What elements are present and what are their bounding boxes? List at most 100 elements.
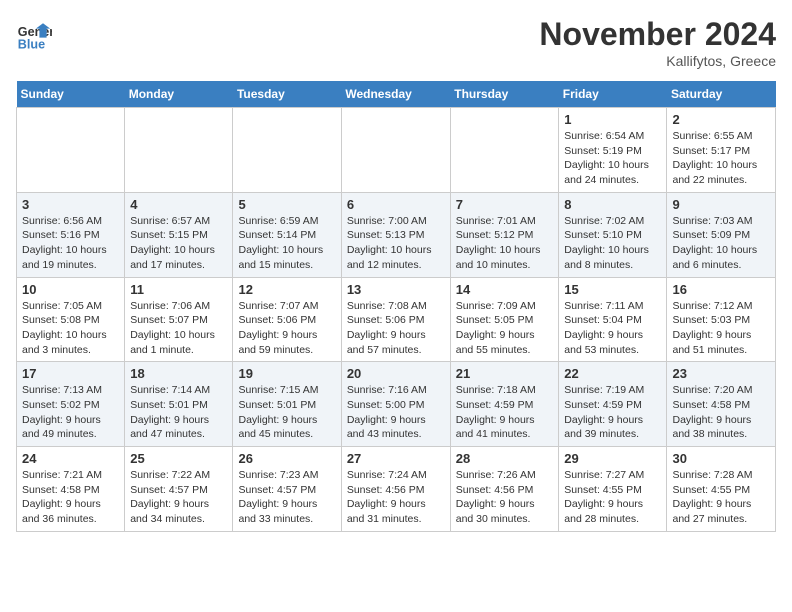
calendar-day-cell: 25 Sunrise: 7:22 AM Sunset: 4:57 PM Dayli… [125, 447, 233, 532]
day-info: Sunrise: 6:59 AM Sunset: 5:14 PM Dayligh… [238, 214, 335, 273]
day-info: Sunrise: 7:20 AM Sunset: 4:58 PM Dayligh… [672, 383, 770, 442]
day-info: Sunrise: 7:05 AM Sunset: 5:08 PM Dayligh… [22, 299, 119, 358]
day-number: 18 [130, 366, 227, 381]
calendar-day-cell: 30 Sunrise: 7:28 AM Sunset: 4:55 PM Dayli… [667, 447, 776, 532]
day-number: 25 [130, 451, 227, 466]
day-info: Sunrise: 7:18 AM Sunset: 4:59 PM Dayligh… [456, 383, 554, 442]
day-number: 5 [238, 197, 335, 212]
calendar-day-cell: 3 Sunrise: 6:56 AM Sunset: 5:16 PM Daylig… [17, 192, 125, 277]
day-info: Sunrise: 7:11 AM Sunset: 5:04 PM Dayligh… [564, 299, 661, 358]
calendar-day-cell: 4 Sunrise: 6:57 AM Sunset: 5:15 PM Daylig… [125, 192, 233, 277]
weekday-header: Monday [125, 81, 233, 108]
day-number: 28 [456, 451, 554, 466]
calendar-day-cell: 7 Sunrise: 7:01 AM Sunset: 5:12 PM Daylig… [450, 192, 559, 277]
day-number: 11 [130, 282, 227, 297]
calendar-week-row: 3 Sunrise: 6:56 AM Sunset: 5:16 PM Daylig… [17, 192, 776, 277]
calendar-day-cell: 18 Sunrise: 7:14 AM Sunset: 5:01 PM Dayli… [125, 362, 233, 447]
day-info: Sunrise: 7:02 AM Sunset: 5:10 PM Dayligh… [564, 214, 661, 273]
day-number: 3 [22, 197, 119, 212]
calendar-day-cell: 28 Sunrise: 7:26 AM Sunset: 4:56 PM Dayli… [450, 447, 559, 532]
day-info: Sunrise: 7:27 AM Sunset: 4:55 PM Dayligh… [564, 468, 661, 527]
day-number: 12 [238, 282, 335, 297]
calendar-day-cell: 17 Sunrise: 7:13 AM Sunset: 5:02 PM Dayli… [17, 362, 125, 447]
day-info: Sunrise: 7:01 AM Sunset: 5:12 PM Dayligh… [456, 214, 554, 273]
calendar-table: SundayMondayTuesdayWednesdayThursdayFrid… [16, 81, 776, 532]
day-info: Sunrise: 6:54 AM Sunset: 5:19 PM Dayligh… [564, 129, 661, 188]
calendar-week-row: 1Sunrise: 6:54 AM Sunset: 5:19 PM Daylig… [17, 108, 776, 193]
calendar-week-row: 24 Sunrise: 7:21 AM Sunset: 4:58 PM Dayli… [17, 447, 776, 532]
day-info: Sunrise: 7:16 AM Sunset: 5:00 PM Dayligh… [347, 383, 445, 442]
day-number: 20 [347, 366, 445, 381]
day-number: 26 [238, 451, 335, 466]
day-number: 4 [130, 197, 227, 212]
calendar-day-cell: 24 Sunrise: 7:21 AM Sunset: 4:58 PM Dayli… [17, 447, 125, 532]
day-info: Sunrise: 7:28 AM Sunset: 4:55 PM Dayligh… [672, 468, 770, 527]
weekday-header: Saturday [667, 81, 776, 108]
weekday-header: Thursday [450, 81, 559, 108]
calendar-day-cell: 8Sunrise: 7:02 AM Sunset: 5:10 PM Daylig… [559, 192, 667, 277]
day-info: Sunrise: 7:12 AM Sunset: 5:03 PM Dayligh… [672, 299, 770, 358]
day-info: Sunrise: 7:13 AM Sunset: 5:02 PM Dayligh… [22, 383, 119, 442]
weekday-header-row: SundayMondayTuesdayWednesdayThursdayFrid… [17, 81, 776, 108]
svg-text:Blue: Blue [18, 37, 45, 51]
calendar-day-cell: 27Sunrise: 7:24 AM Sunset: 4:56 PM Dayli… [341, 447, 450, 532]
calendar-day-cell: 16 Sunrise: 7:12 AM Sunset: 5:03 PM Dayli… [667, 277, 776, 362]
calendar-day-cell: 2Sunrise: 6:55 AM Sunset: 5:17 PM Daylig… [667, 108, 776, 193]
calendar-day-cell: 23Sunrise: 7:20 AM Sunset: 4:58 PM Dayli… [667, 362, 776, 447]
day-info: Sunrise: 7:19 AM Sunset: 4:59 PM Dayligh… [564, 383, 661, 442]
weekday-header: Wednesday [341, 81, 450, 108]
day-number: 30 [672, 451, 770, 466]
day-number: 7 [456, 197, 554, 212]
day-info: Sunrise: 7:06 AM Sunset: 5:07 PM Dayligh… [130, 299, 227, 358]
calendar-day-cell: 13 Sunrise: 7:08 AM Sunset: 5:06 PM Dayli… [341, 277, 450, 362]
day-info: Sunrise: 7:08 AM Sunset: 5:06 PM Dayligh… [347, 299, 445, 358]
calendar-day-cell: 10Sunrise: 7:05 AM Sunset: 5:08 PM Dayli… [17, 277, 125, 362]
day-number: 2 [672, 112, 770, 127]
day-info: Sunrise: 7:24 AM Sunset: 4:56 PM Dayligh… [347, 468, 445, 527]
logo-icon: General Blue [16, 16, 52, 52]
location-subtitle: Kallifytos, Greece [539, 53, 776, 69]
day-info: Sunrise: 7:14 AM Sunset: 5:01 PM Dayligh… [130, 383, 227, 442]
calendar-day-cell: 26 Sunrise: 7:23 AM Sunset: 4:57 PM Dayli… [233, 447, 341, 532]
day-number: 15 [564, 282, 661, 297]
calendar-day-cell: 22 Sunrise: 7:19 AM Sunset: 4:59 PM Dayli… [559, 362, 667, 447]
calendar-day-cell: 14 Sunrise: 7:09 AM Sunset: 5:05 PM Dayli… [450, 277, 559, 362]
calendar-day-cell: 11 Sunrise: 7:06 AM Sunset: 5:07 PM Dayli… [125, 277, 233, 362]
weekday-header: Tuesday [233, 81, 341, 108]
day-number: 19 [238, 366, 335, 381]
calendar-day-cell: 9 Sunrise: 7:03 AM Sunset: 5:09 PM Daylig… [667, 192, 776, 277]
day-info: Sunrise: 7:15 AM Sunset: 5:01 PM Dayligh… [238, 383, 335, 442]
day-number: 16 [672, 282, 770, 297]
calendar-day-cell [125, 108, 233, 193]
day-info: Sunrise: 7:03 AM Sunset: 5:09 PM Dayligh… [672, 214, 770, 273]
day-number: 22 [564, 366, 661, 381]
day-number: 9 [672, 197, 770, 212]
day-info: Sunrise: 7:21 AM Sunset: 4:58 PM Dayligh… [22, 468, 119, 527]
weekday-header: Friday [559, 81, 667, 108]
calendar-day-cell: 12 Sunrise: 7:07 AM Sunset: 5:06 PM Dayli… [233, 277, 341, 362]
day-info: Sunrise: 7:09 AM Sunset: 5:05 PM Dayligh… [456, 299, 554, 358]
day-number: 13 [347, 282, 445, 297]
calendar-day-cell: 19 Sunrise: 7:15 AM Sunset: 5:01 PM Dayli… [233, 362, 341, 447]
day-info: Sunrise: 7:00 AM Sunset: 5:13 PM Dayligh… [347, 214, 445, 273]
day-info: Sunrise: 7:23 AM Sunset: 4:57 PM Dayligh… [238, 468, 335, 527]
day-number: 17 [22, 366, 119, 381]
calendar-day-cell: 20 Sunrise: 7:16 AM Sunset: 5:00 PM Dayli… [341, 362, 450, 447]
day-info: Sunrise: 6:56 AM Sunset: 5:16 PM Dayligh… [22, 214, 119, 273]
calendar-day-cell [17, 108, 125, 193]
day-info: Sunrise: 7:26 AM Sunset: 4:56 PM Dayligh… [456, 468, 554, 527]
day-info: Sunrise: 6:57 AM Sunset: 5:15 PM Dayligh… [130, 214, 227, 273]
day-number: 6 [347, 197, 445, 212]
day-info: Sunrise: 7:07 AM Sunset: 5:06 PM Dayligh… [238, 299, 335, 358]
logo: General Blue [16, 16, 52, 52]
calendar-day-cell: 5 Sunrise: 6:59 AM Sunset: 5:14 PM Daylig… [233, 192, 341, 277]
title-block: November 2024 Kallifytos, Greece [539, 16, 776, 69]
calendar-week-row: 10Sunrise: 7:05 AM Sunset: 5:08 PM Dayli… [17, 277, 776, 362]
calendar-day-cell [233, 108, 341, 193]
day-number: 14 [456, 282, 554, 297]
day-number: 21 [456, 366, 554, 381]
calendar-day-cell: 21 Sunrise: 7:18 AM Sunset: 4:59 PM Dayli… [450, 362, 559, 447]
day-number: 24 [22, 451, 119, 466]
day-info: Sunrise: 7:22 AM Sunset: 4:57 PM Dayligh… [130, 468, 227, 527]
calendar-day-cell: 15 Sunrise: 7:11 AM Sunset: 5:04 PM Dayli… [559, 277, 667, 362]
